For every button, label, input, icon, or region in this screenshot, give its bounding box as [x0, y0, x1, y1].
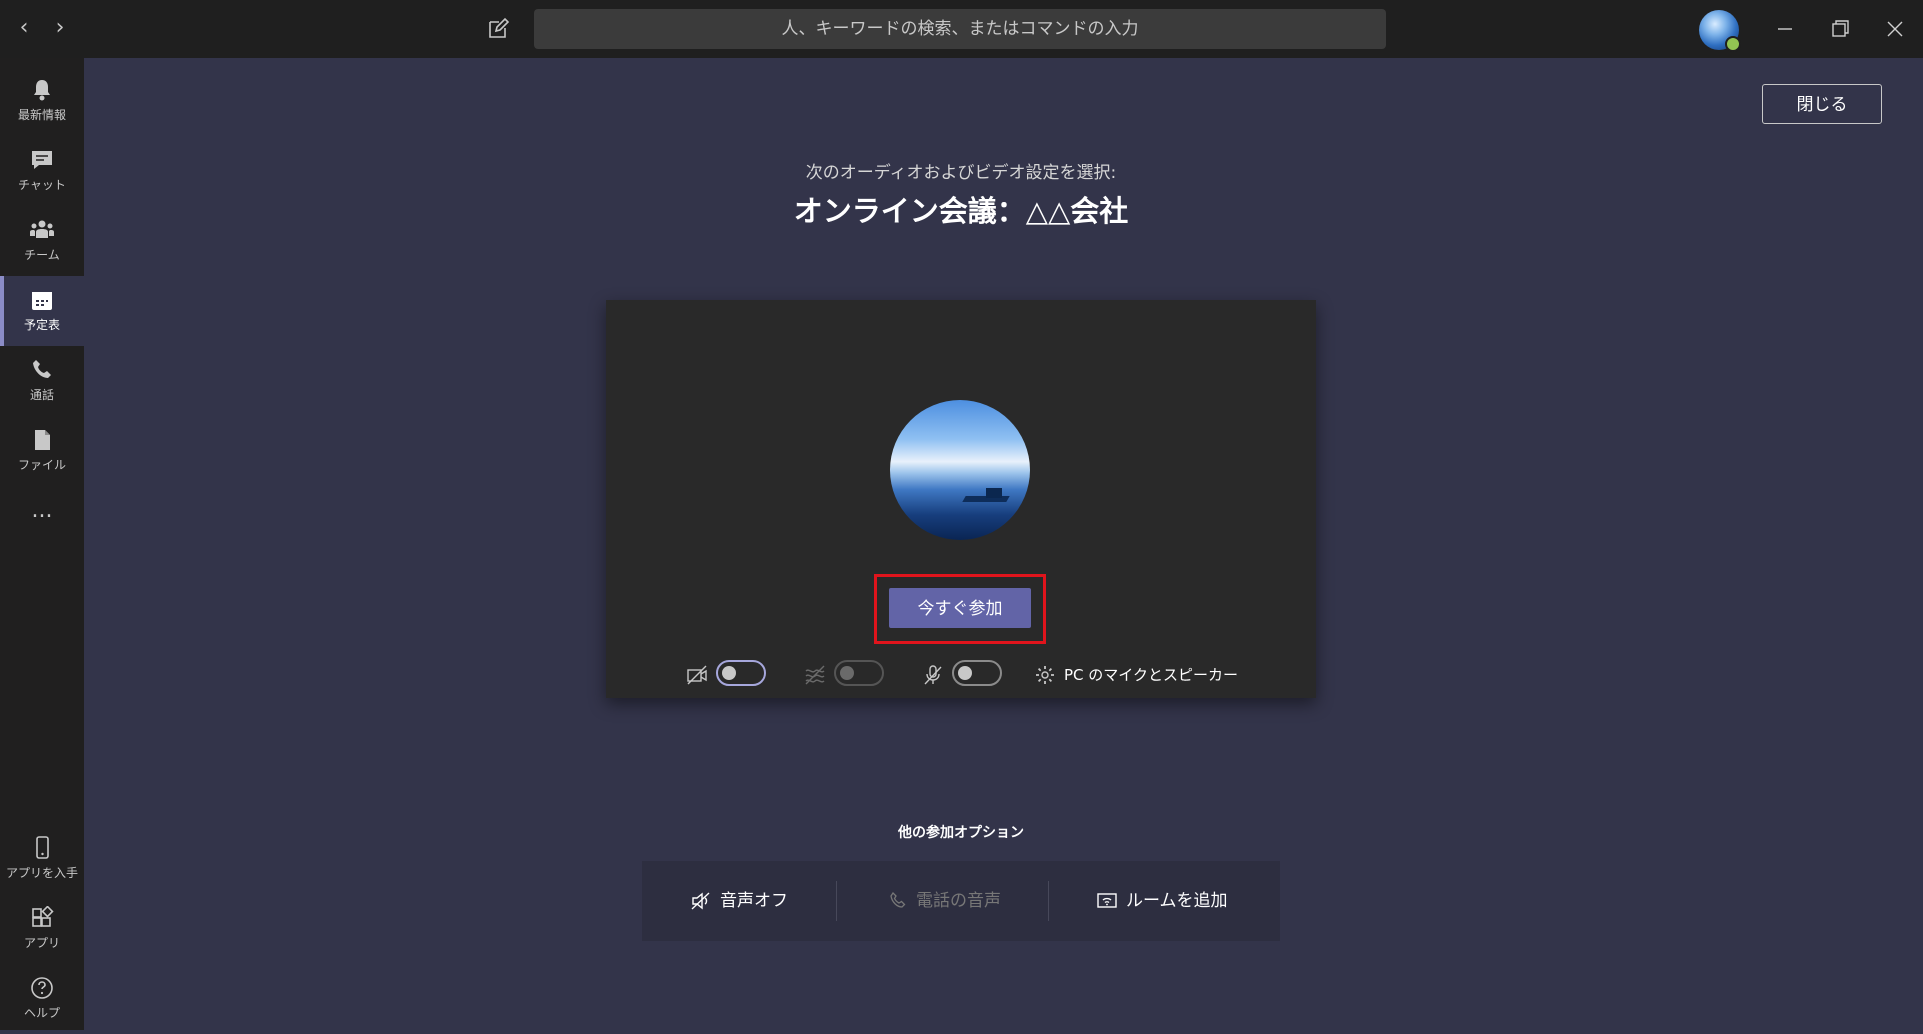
other-join-options: 音声オフ 電話の音声 ルームを追加	[642, 861, 1280, 941]
rail-label: ヘルプ	[23, 1006, 60, 1020]
mic-off-icon	[924, 665, 942, 685]
phone-icon	[890, 891, 906, 908]
rail-item-get-app[interactable]: アプリを入手	[0, 824, 84, 894]
rail-item-files[interactable]: ファイル	[0, 416, 84, 486]
compose-icon[interactable]	[486, 17, 510, 41]
option-divider	[836, 881, 837, 921]
mobile-icon	[36, 836, 49, 859]
option-label: 電話の音声	[916, 891, 1001, 911]
teams-icon	[30, 220, 54, 238]
option-label: 音声オフ	[720, 891, 788, 911]
close-window-icon[interactable]	[1880, 14, 1910, 44]
blur-background-icon	[805, 665, 825, 685]
video-preview-panel: 今すぐ参加 PC のマイクとスピーカー	[606, 300, 1316, 698]
presence-badge	[1725, 36, 1741, 52]
rail-label: チャット	[18, 178, 66, 192]
rail-item-calendar[interactable]: 予定表	[0, 276, 84, 346]
rail-label: チーム	[24, 248, 60, 262]
blur-toggle[interactable]	[834, 660, 884, 686]
close-button[interactable]: 閉じる	[1762, 84, 1882, 124]
chat-icon	[32, 151, 52, 169]
hut-shape	[986, 488, 1002, 498]
speaker-off-icon	[691, 892, 710, 910]
settings-subtitle: 次のオーディオおよびビデオ設定を選択:	[805, 163, 1117, 183]
rail-label: 予定表	[23, 318, 60, 332]
rail-item-activity[interactable]: 最新情報	[0, 66, 84, 136]
rail-item-teams[interactable]: チーム	[0, 206, 84, 276]
app-rail: 最新情報 チャット チーム 予定表 通話 ファイル ... アプリを入手 アプリ…	[0, 58, 84, 1030]
rail-label: ファイル	[17, 458, 66, 472]
rail-item-calls[interactable]: 通話	[0, 346, 84, 416]
camera-toggle[interactable]	[716, 660, 766, 686]
room-icon	[1097, 893, 1117, 908]
rail-item-more[interactable]: ...	[0, 486, 84, 536]
back-arrow-icon[interactable]: ‹	[12, 16, 36, 40]
device-controls: PC のマイクとスピーカー	[606, 658, 1316, 692]
help-icon	[31, 977, 53, 999]
minimize-icon[interactable]	[1770, 14, 1800, 44]
audio-off-option[interactable]: 音声オフ	[690, 861, 788, 941]
option-divider	[1048, 881, 1049, 921]
title-bar: ‹ › 人、キーワードの検索、またはコマンドの入力	[0, 0, 1923, 58]
apps-icon	[32, 906, 54, 927]
meeting-title: オンライン会議：△△会社	[793, 194, 1129, 228]
option-label: ルームを追加	[1126, 891, 1228, 911]
other-options-title: 他の参加オプション	[898, 825, 1024, 841]
rail-item-chat[interactable]: チャット	[0, 136, 84, 206]
file-icon	[35, 430, 50, 450]
phone-audio-option[interactable]: 電話の音声	[888, 861, 1001, 941]
camera-off-icon	[687, 665, 707, 685]
rail-label: 最新情報	[17, 108, 66, 122]
join-now-button[interactable]: 今すぐ参加	[889, 588, 1031, 628]
calendar-icon	[32, 292, 52, 310]
add-room-option[interactable]: ルームを追加	[1096, 861, 1228, 941]
rail-item-apps[interactable]: アプリ	[0, 894, 84, 964]
bell-icon	[34, 80, 50, 101]
rail-label: アプリ	[23, 936, 60, 950]
preview-avatar	[890, 400, 1030, 540]
search-input[interactable]: 人、キーワードの検索、またはコマンドの入力	[534, 9, 1386, 49]
rail-label: アプリを入手	[5, 866, 78, 880]
gear-icon[interactable]	[1034, 664, 1056, 686]
rail-item-help[interactable]: ヘルプ	[0, 964, 84, 1034]
mic-toggle[interactable]	[952, 660, 1002, 686]
more-icon: ...	[31, 498, 53, 523]
forward-arrow-icon[interactable]: ›	[48, 16, 72, 40]
phone-icon	[33, 360, 51, 378]
device-settings-label[interactable]: PC のマイクとスピーカー	[1064, 664, 1238, 685]
rail-label: 通話	[29, 388, 54, 402]
restore-icon[interactable]	[1825, 14, 1855, 44]
